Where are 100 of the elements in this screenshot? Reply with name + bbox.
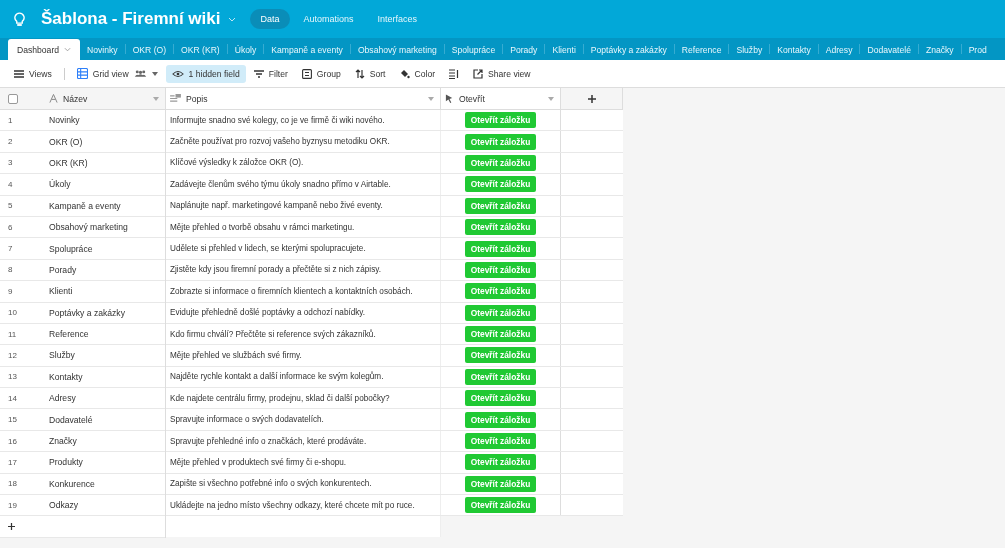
- table-cell: Odkazy: [49, 500, 79, 511]
- table-cell: Poptávky a zakázky: [49, 307, 125, 318]
- plus-icon[interactable]: [587, 94, 596, 103]
- open-tab-button[interactable]: Otevřít záložku: [464, 433, 537, 450]
- views-button[interactable]: Views: [8, 64, 58, 83]
- open-tab-button[interactable]: Otevřít záložku: [464, 411, 537, 428]
- sort-button[interactable]: Sort: [348, 64, 392, 83]
- table-cell: Spravujte přehledné info o značkách, které prodáváte.: [170, 436, 367, 446]
- table-tab[interactable]: Obsahový marketing: [350, 39, 444, 60]
- table-tab[interactable]: Porady: [503, 39, 545, 60]
- table-tab[interactable]: Adresy: [818, 39, 860, 60]
- table-tab[interactable]: OKR (KR): [174, 39, 227, 60]
- open-tab-button[interactable]: Otevřít záložku: [464, 304, 537, 321]
- table-cell: Služby: [49, 350, 75, 361]
- open-tab-button[interactable]: Otevřít záložku: [464, 219, 537, 236]
- table-cell: Adresy: [49, 393, 76, 404]
- open-tab-button[interactable]: Otevřít záložku: [464, 154, 537, 171]
- row-number: 5: [8, 201, 13, 211]
- table-cell: Značky: [49, 436, 77, 447]
- table-cell: OKR (O): [49, 136, 83, 147]
- table-tab[interactable]: Novinky: [80, 39, 125, 60]
- open-tab-button[interactable]: Otevřít záložku: [464, 454, 537, 471]
- table-cell: Obsahový marketing: [49, 222, 128, 233]
- table-cell: Spravujte informace o svých dodavatelích.: [170, 415, 324, 425]
- open-tab-button[interactable]: Otevřít záložku: [464, 283, 537, 300]
- table-tab[interactable]: Kampaně a eventy: [264, 39, 350, 60]
- text-field-icon: [49, 94, 58, 103]
- group-button[interactable]: Group: [295, 64, 347, 83]
- caret-icon: [151, 71, 158, 76]
- row-number: 12: [8, 351, 17, 360]
- open-tab-button[interactable]: Otevřít záložku: [464, 176, 537, 193]
- table-cell: Konkurence: [49, 478, 95, 489]
- row-number: 4: [8, 179, 13, 189]
- row-number: 13: [8, 372, 17, 382]
- hidden-button[interactable]: 1 hidden field: [165, 64, 246, 83]
- select-all-checkbox[interactable]: [8, 93, 18, 104]
- table-tab[interactable]: Dashboard: [8, 39, 81, 60]
- plus-icon[interactable]: [8, 523, 15, 531]
- nav-tab[interactable]: Interfaces: [367, 9, 428, 29]
- table-tab[interactable]: Prod: [961, 39, 994, 60]
- caret-icon[interactable]: [428, 96, 434, 101]
- table-tab[interactable]: OKR (O): [125, 39, 174, 60]
- caret-icon[interactable]: [153, 96, 159, 101]
- caret-icon[interactable]: [64, 47, 72, 52]
- cursor-icon: [445, 94, 454, 103]
- table-cell: Zobrazte si informace o firemních klientech a kontaktních osobách.: [170, 286, 413, 296]
- row-number: 19: [8, 500, 17, 510]
- table-tab[interactable]: Klienti: [545, 39, 583, 60]
- caret-icon[interactable]: [548, 96, 554, 101]
- open-tab-button[interactable]: Otevřít záložku: [464, 368, 537, 385]
- table-cell: Mějte přehled ve službách své firmy.: [170, 351, 302, 360]
- table-cell: Evidujte přehledně došlé poptávky a odchozí nabídky.: [170, 308, 366, 318]
- row-number: 18: [8, 479, 17, 489]
- color-button[interactable]: Color: [393, 64, 442, 83]
- table-tab[interactable]: Poptávky a zakázky: [583, 39, 674, 60]
- open-tab-button[interactable]: Otevřít záložku: [464, 240, 537, 257]
- nav-tab[interactable]: Data: [250, 9, 290, 29]
- row-number: 7: [8, 244, 13, 254]
- filter-icon: [253, 69, 264, 78]
- table-cell: Dodavatelé: [49, 414, 93, 425]
- table-cell: Kampaně a eventy: [49, 200, 121, 211]
- column-header[interactable]: Popis: [166, 88, 441, 109]
- open-tab-button[interactable]: Otevřít záložku: [464, 326, 537, 343]
- table-tab[interactable]: Spolupráce: [444, 39, 503, 60]
- open-tab-button[interactable]: Otevřít záložku: [464, 261, 537, 278]
- table-tab[interactable]: Úkoly: [227, 39, 264, 60]
- table-tab[interactable]: Dodavatelé: [860, 39, 918, 60]
- table-cell: Novinky: [49, 115, 80, 126]
- row-number: 10: [8, 308, 17, 318]
- grid-button[interactable]: Grid view: [70, 64, 164, 83]
- table-cell: Naplánujte např. marketingové kampaně nebo živé eventy.: [170, 201, 383, 211]
- row-number: 14: [8, 393, 17, 403]
- table-cell: Klíčové výsledky k záložce OKR (O).: [170, 158, 304, 168]
- open-tab-button[interactable]: Otevřít záložku: [464, 475, 537, 492]
- row-number: 16: [8, 436, 17, 446]
- eye-icon: [171, 69, 184, 78]
- table-cell: OKR (KR): [49, 157, 88, 168]
- share-icon: [473, 68, 484, 79]
- base-title: Šablona - Firemní wiki: [41, 9, 221, 29]
- open-tab-button[interactable]: Otevřít záložku: [464, 497, 537, 514]
- table-tab[interactable]: Značky: [918, 39, 961, 60]
- column-header[interactable]: Otevřít: [441, 88, 561, 109]
- grid-icon: [76, 68, 88, 79]
- table-cell: Informujte snadno své kolegy, co je ve firmě či wiki nového.: [170, 115, 385, 125]
- table-cell: Kontakty: [49, 371, 83, 382]
- open-tab-button[interactable]: Otevřít záložku: [464, 133, 537, 150]
- table-tab[interactable]: Kontakty: [770, 39, 818, 60]
- open-tab-button[interactable]: Otevřít záložku: [464, 390, 537, 407]
- table-cell: Porady: [49, 264, 77, 275]
- open-tab-button[interactable]: Otevřít záložku: [464, 347, 537, 364]
- open-tab-button[interactable]: Otevřít záložku: [464, 112, 537, 129]
- filter-button[interactable]: Filter: [247, 64, 294, 83]
- table-cell: Mějte přehled v produktech své firmy či e-shopu.: [170, 457, 347, 467]
- group-icon: [301, 68, 312, 79]
- table-tab[interactable]: Reference: [674, 39, 729, 60]
- nav-tab[interactable]: Automations: [293, 9, 364, 29]
- table-cell: Produkty: [49, 457, 83, 468]
- open-tab-button[interactable]: Otevřít záložku: [464, 197, 537, 214]
- share-button[interactable]: Share view: [467, 64, 537, 83]
- table-tab[interactable]: Služby: [729, 39, 770, 60]
